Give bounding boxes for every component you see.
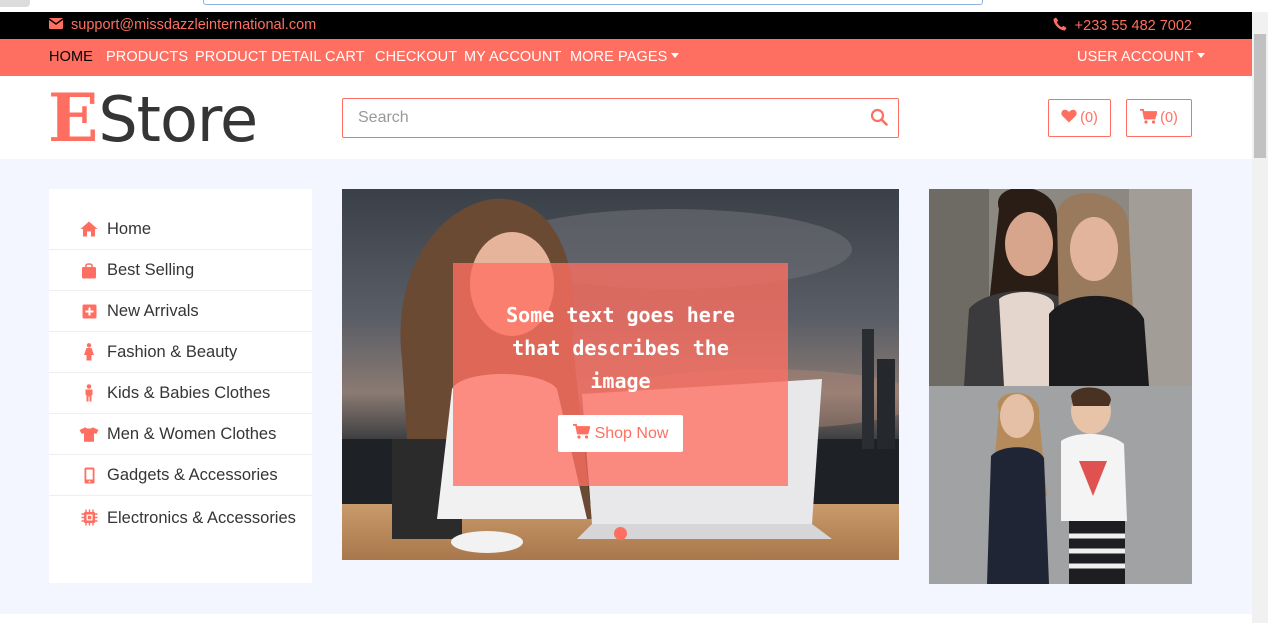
email-text: support@missdazzleinternational.com — [71, 17, 317, 33]
sidebar-item-label: Men & Women Clothes — [107, 424, 277, 443]
contact-email[interactable]: support@missdazzleinternational.com — [48, 17, 317, 33]
browser-address-bar[interactable] — [203, 0, 983, 5]
shopping-cart-icon — [1140, 108, 1158, 128]
nav-product-detail[interactable]: PRODUCT DETAIL — [195, 49, 322, 65]
sidebar-item-label: Fashion & Beauty — [107, 342, 238, 361]
microchip-icon — [79, 509, 99, 527]
sidebar-item-fashion-beauty[interactable]: Fashion & Beauty — [49, 332, 312, 373]
female-icon — [79, 343, 99, 361]
promo-fashion-photo — [929, 189, 1192, 386]
sidebar-item-home[interactable]: Home — [49, 209, 312, 250]
mobile-icon — [79, 466, 99, 484]
nav-checkout[interactable]: CHECKOUT — [375, 49, 457, 65]
logo-letter-e: E — [48, 79, 99, 157]
main-nav: HOME PRODUCTS PRODUCT DETAIL CART CHECKO… — [0, 39, 1252, 76]
browser-chrome — [0, 0, 1268, 12]
sidebar-item-label: Home — [107, 219, 152, 238]
child-icon — [79, 384, 99, 402]
shopping-cart-icon — [572, 423, 591, 444]
phone-text: +233 55 482 7002 — [1074, 18, 1192, 34]
search-bar — [342, 98, 899, 138]
logo-text: Store — [98, 83, 258, 156]
sidebar-item-men-women-clothes[interactable]: Men & Women Clothes — [49, 414, 312, 455]
sidebar-item-label: Electronics & Accessories — [107, 509, 296, 527]
slider-indicator-dot[interactable] — [614, 527, 627, 540]
nav-home[interactable]: HOME — [49, 49, 93, 65]
sidebar-item-kids-babies-clothes[interactable]: Kids & Babies Clothes — [49, 373, 312, 414]
nav-more-pages-dropdown[interactable]: MORE PAGES — [570, 49, 680, 65]
cart-button[interactable]: (0) — [1126, 99, 1192, 137]
nav-my-account[interactable]: MY ACCOUNT — [464, 49, 561, 65]
nav-more-pages-label: MORE PAGES — [570, 49, 668, 65]
promo-kids-photo — [929, 386, 1192, 584]
sidebar-item-label: New Arrivals — [107, 301, 199, 320]
sidebar-item-label: Gadgets & Accessories — [107, 465, 278, 484]
plus-square-icon — [79, 302, 99, 320]
nav-products[interactable]: PRODUCTS — [106, 49, 188, 65]
wishlist-button[interactable]: (0) — [1048, 99, 1111, 137]
scrollbar-thumb[interactable] — [1254, 34, 1266, 158]
sidebar-item-label: Best Selling — [107, 260, 195, 279]
slide-caption: Some text goes here that describes the i… — [506, 303, 735, 393]
page-scrollbar[interactable] — [1252, 12, 1268, 623]
browser-tab[interactable] — [0, 0, 30, 7]
estore-logo[interactable]: E Store — [48, 79, 258, 157]
site-header: EStore (0) (0) — [0, 76, 1252, 159]
envelope-icon — [48, 17, 64, 33]
sidebar-item-electronics-accessories[interactable]: Electronics & Accessories — [49, 496, 312, 560]
shop-now-label: Shop Now — [594, 424, 669, 442]
search-icon[interactable] — [870, 108, 890, 128]
content-bottom-edge — [0, 614, 1252, 623]
user-account-label: USER ACCOUNT — [1077, 49, 1194, 65]
contact-phone[interactable]: +233 55 482 7002 — [1053, 17, 1192, 35]
shop-now-button[interactable]: Shop Now — [558, 415, 683, 452]
promo-image-fashion[interactable] — [929, 189, 1192, 386]
tshirt-icon — [79, 425, 99, 443]
home-icon — [79, 220, 99, 238]
sidebar-item-new-arrivals[interactable]: New Arrivals — [49, 291, 312, 332]
shopping-bag-icon — [79, 261, 99, 279]
nav-cart[interactable]: CART — [325, 49, 365, 65]
caret-down-icon — [1197, 53, 1206, 58]
top-bar: support@missdazzleinternational.com +233… — [0, 12, 1252, 39]
wishlist-count: (0) — [1080, 110, 1098, 126]
phone-icon — [1053, 17, 1067, 35]
sidebar-item-label: Kids & Babies Clothes — [107, 383, 271, 402]
promo-image-kids[interactable] — [929, 386, 1192, 584]
sidebar-item-best-selling[interactable]: Best Selling — [49, 250, 312, 291]
caret-down-icon — [671, 53, 680, 58]
search-input[interactable] — [343, 99, 863, 137]
hero-slider: Some text goes here that describes the i… — [342, 189, 899, 560]
slide-caption-box: Some text goes here that describes the i… — [453, 263, 788, 486]
user-account-dropdown[interactable]: USER ACCOUNT — [1077, 49, 1206, 65]
cart-count: (0) — [1160, 110, 1178, 126]
sidebar-item-gadgets-accessories[interactable]: Gadgets & Accessories — [49, 455, 312, 496]
category-sidebar: Home Best Selling New Arrivals Fashion &… — [49, 189, 312, 583]
heart-icon — [1061, 109, 1077, 127]
